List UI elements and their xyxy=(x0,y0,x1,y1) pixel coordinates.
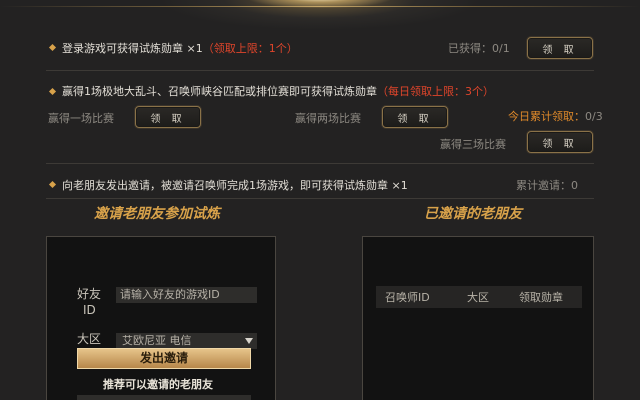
divider xyxy=(46,70,594,71)
chevron-down-icon xyxy=(245,338,253,344)
invited-table-header: 召唤师ID 大区 领取勋章 xyxy=(376,286,582,308)
recommend-list xyxy=(77,395,251,400)
invite-panel: 好友 ID 请输入好友的游戏ID 大区 艾欧尼亚 电信 发出邀请 推荐可以邀请的… xyxy=(46,236,276,400)
friend-id-label-line1: 好友 xyxy=(77,287,102,301)
col-claim-medal: 领取勋章 xyxy=(519,291,563,304)
top-divider xyxy=(0,6,640,7)
today-claimed-counter: 今日累计领取：0/3 xyxy=(508,108,603,124)
win-two-label: 赢得两场比赛 xyxy=(295,112,361,125)
bullet-diamond-icon xyxy=(48,180,57,189)
today-claimed-value: 0/3 xyxy=(585,110,603,123)
col-region: 大区 xyxy=(467,291,489,304)
task-login-desc: 登录游戏可获得试炼勋章 ×1 xyxy=(62,42,203,55)
invite-panel-title: 邀请老朋友参加试炼 xyxy=(94,206,220,222)
send-invite-button[interactable]: 发出邀请 xyxy=(77,348,251,369)
claim-win-three-button[interactable]: 领 取 xyxy=(527,131,593,153)
task-win-desc: 赢得1场极地大乱斗、召唤师峡谷匹配或排位赛即可获得试炼勋章 xyxy=(62,85,377,98)
friend-id-label-line2: ID xyxy=(83,303,96,317)
divider xyxy=(46,198,594,199)
divider xyxy=(46,163,594,164)
region-select-value: 艾欧尼亚 电信 xyxy=(122,334,192,347)
win-one-label: 赢得一场比赛 xyxy=(48,112,114,125)
claim-win-one-button[interactable]: 领 取 xyxy=(135,106,201,128)
col-summoner-id: 召唤师ID xyxy=(385,291,430,304)
region-label: 大区 xyxy=(77,332,102,346)
bullet-diamond-icon xyxy=(48,87,57,96)
invited-panel-title: 已邀请的老朋友 xyxy=(424,206,522,222)
invited-panel: 召唤师ID 大区 领取勋章 xyxy=(362,236,594,400)
task-win-limit: （每日领取上限：3个） xyxy=(377,85,494,98)
task-login-text: 登录游戏可获得试炼勋章 ×1（领取上限：1个） xyxy=(62,40,298,56)
win-three-label: 赢得三场比赛 xyxy=(440,138,506,151)
today-claimed-label: 今日累计领取： xyxy=(508,110,585,123)
task-invite-text: 向老朋友发出邀请，被邀请召唤师完成1场游戏，即可获得试炼勋章 ×1 xyxy=(62,179,408,192)
recommend-title: 推荐可以邀请的老朋友 xyxy=(103,378,213,391)
task-login-limit: （领取上限：1个） xyxy=(202,42,298,55)
region-select[interactable]: 艾欧尼亚 电信 xyxy=(116,333,257,349)
invite-count-counter: 累计邀请：0 xyxy=(516,179,578,192)
task-login-counter: 已获得：0/1 xyxy=(448,42,510,55)
claim-win-two-button[interactable]: 领 取 xyxy=(382,106,448,128)
friend-id-label: 好友 ID xyxy=(77,286,101,318)
task-win-text: 赢得1场极地大乱斗、召唤师峡谷匹配或排位赛即可获得试炼勋章（每日领取上限：3个） xyxy=(62,83,494,99)
bullet-diamond-icon xyxy=(48,43,57,52)
friend-id-input[interactable]: 请输入好友的游戏ID xyxy=(116,287,257,303)
claim-login-button[interactable]: 领 取 xyxy=(527,37,593,59)
